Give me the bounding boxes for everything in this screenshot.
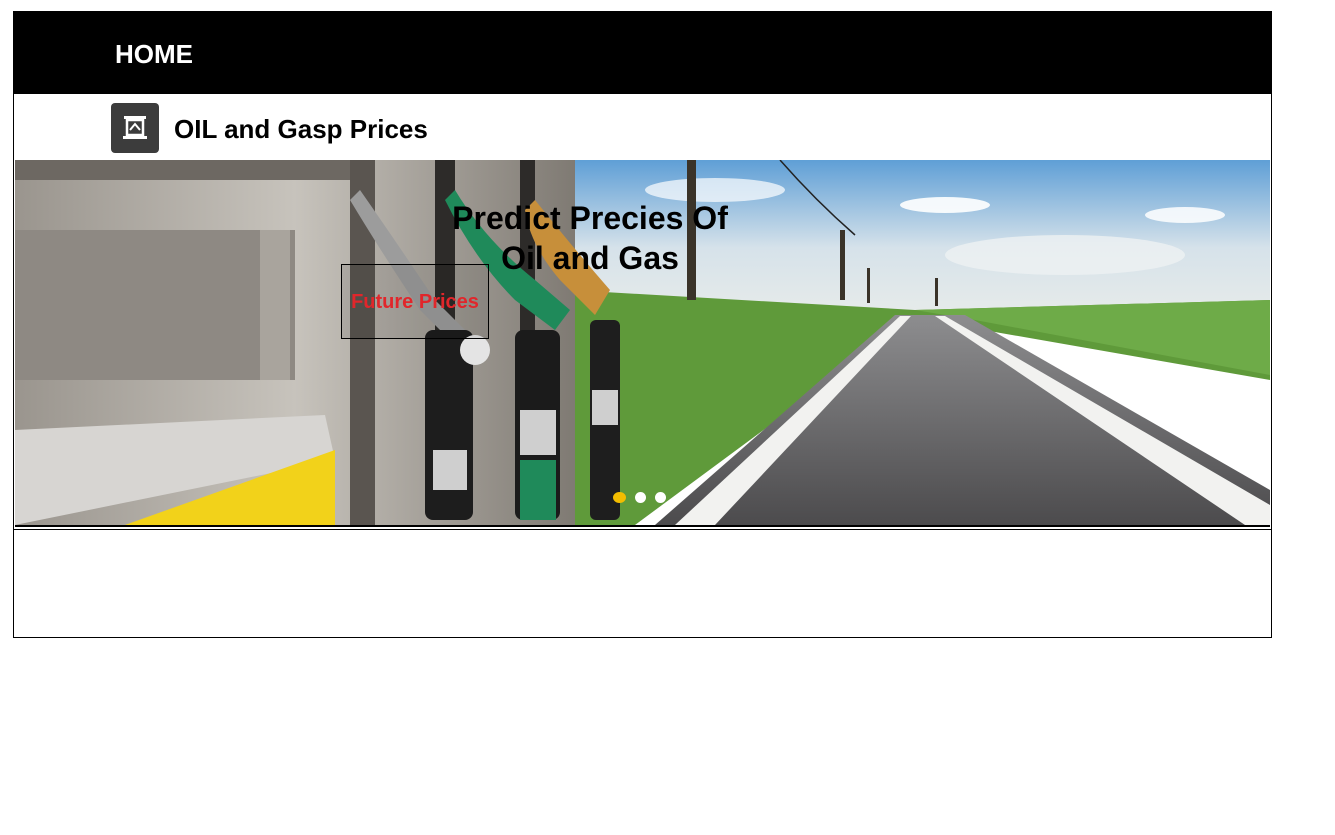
carousel-dot-3[interactable] [655, 492, 666, 503]
carousel-dot-1[interactable] [613, 492, 626, 503]
content-area [14, 529, 1271, 638]
top-nav-bar: HOME [14, 12, 1271, 94]
site-title: OIL and Gasp Prices [174, 114, 428, 144]
page-frame: HOME OIL and Gasp Prices Predict Precies… [13, 11, 1272, 638]
future-prices-button[interactable]: Future Prices [341, 264, 489, 339]
hero-carousel: Predict Precies Of Oil and Gas Future Pr… [15, 160, 1270, 527]
brand-header: OIL and Gasp Prices [14, 94, 1271, 160]
carousel-indicators [613, 492, 666, 503]
carousel-dot-2[interactable] [635, 492, 646, 503]
home-link[interactable]: HOME [115, 39, 193, 70]
pump-icon[interactable] [111, 103, 159, 153]
hero-heading-line-1: Predict Precies Of [452, 200, 728, 236]
